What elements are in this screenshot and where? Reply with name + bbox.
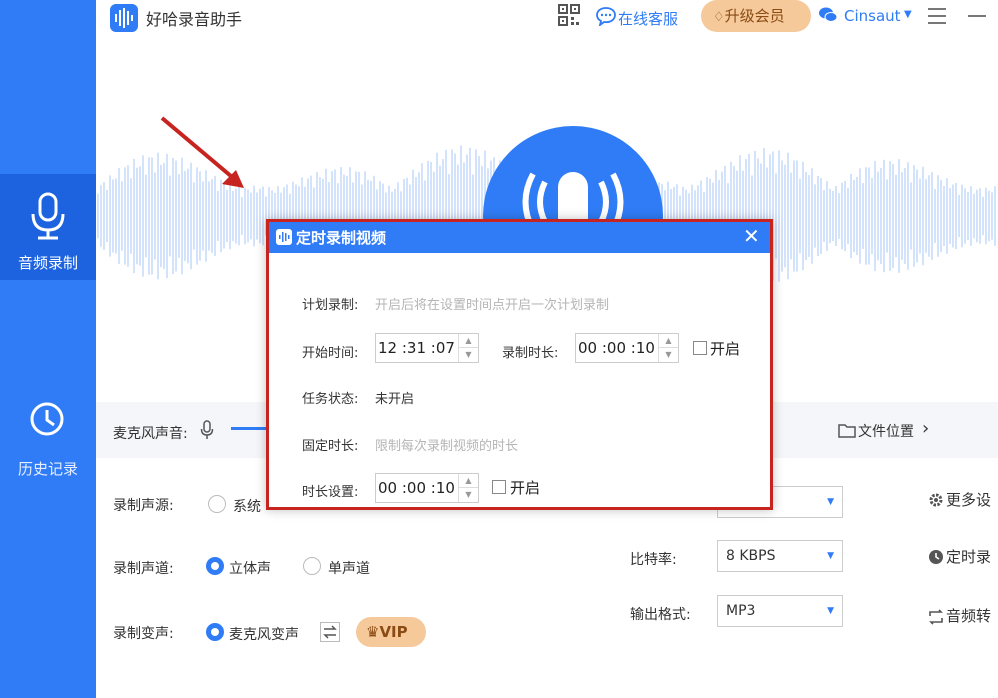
gear-icon (929, 493, 943, 507)
convert-icon (929, 609, 943, 625)
duration-setting-value: 00 :00 :10 (378, 479, 455, 497)
app-logo-icon (110, 4, 138, 32)
chevron-right-icon: › (922, 418, 930, 439)
plan-hint: 开启后将在设置时间点开启一次计划录制 (375, 298, 610, 313)
channel-radio-mono[interactable] (303, 557, 321, 575)
mic-volume-label: 麦克风声音: (113, 426, 188, 442)
channel-radio-stereo[interactable] (206, 557, 224, 575)
timer-record-label: 定时录 (946, 548, 992, 566)
diamond-icon: ♢ (713, 10, 725, 25)
decrement-arrow-icon[interactable]: ▼ (458, 488, 478, 502)
timer-record-button[interactable]: 定时录 (926, 542, 998, 572)
channel-option-stereo-label: 立体声 (229, 561, 271, 577)
app-logo-icon (276, 229, 292, 245)
plan-label: 计划录制: (302, 298, 359, 313)
status-value: 未开启 (375, 392, 415, 407)
duration-label: 录制时长: (502, 346, 559, 361)
dialog-header: 定时录制视频 ✕ (269, 222, 770, 253)
qr-code-icon[interactable] (558, 4, 580, 26)
increment-arrow-icon[interactable]: ▲ (658, 334, 678, 348)
audio-convert-label: 音频转 (946, 607, 992, 625)
bitrate-select[interactable]: 8 KBPS ▼ (717, 540, 843, 572)
crown-icon: ♛ (366, 623, 380, 641)
source-label: 录制声源: (113, 498, 174, 514)
format-value: MP3 (726, 603, 756, 619)
increment-arrow-icon[interactable]: ▲ (458, 474, 478, 488)
clock-icon (30, 402, 64, 436)
timer-icon (929, 550, 943, 564)
online-service-label: 在线客服 (618, 10, 679, 28)
chat-bubble-icon (596, 7, 616, 26)
channel-label: 录制声道: (113, 561, 174, 577)
microphone-icon (200, 420, 214, 439)
duration-setting-label: 时长设置: (302, 485, 359, 500)
sidebar: 音频录制 历史记录 (0, 0, 96, 698)
chevron-down-icon: ▼ (904, 9, 912, 20)
app-window: 音频录制 历史记录 好哈录音助手 在线客服 ♢升级会员 Cinsaut ▼ 麦克… (0, 0, 998, 698)
decrement-arrow-icon[interactable]: ▼ (658, 348, 678, 362)
status-label: 任务状态: (302, 392, 359, 407)
microphone-icon (31, 192, 65, 240)
fixed-duration-hint: 限制每次录制视频的时长 (375, 439, 519, 454)
upgrade-label: 升级会员 (724, 7, 785, 25)
user-name: Cinsaut (844, 7, 901, 25)
audio-convert-button[interactable]: 音频转 (926, 601, 998, 631)
sidebar-item-label: 历史记录 (17, 460, 78, 478)
minimize-icon[interactable] (968, 15, 986, 17)
fixed-duration-label: 固定时长: (302, 439, 359, 454)
format-label: 输出格式: (630, 607, 691, 623)
fixed-duration-enable-checkbox[interactable] (492, 480, 506, 494)
fixed-duration-enable-label: 开启 (510, 479, 541, 497)
dropdown-caret-icon: ▼ (827, 497, 834, 507)
dialog-title: 定时录制视频 (296, 229, 387, 247)
format-select[interactable]: MP3 ▼ (717, 595, 843, 627)
folder-icon (838, 424, 856, 438)
voice-change-radio[interactable] (206, 623, 224, 641)
menu-icon[interactable] (928, 8, 946, 24)
close-icon[interactable]: ✕ (743, 224, 760, 248)
vip-badge[interactable]: ♛VIP (356, 617, 426, 647)
bitrate-label: 比特率: (630, 552, 677, 568)
bitrate-value: 8 KBPS (726, 548, 776, 564)
more-settings-label: 更多设 (946, 491, 992, 509)
online-service-button[interactable]: 在线客服 (596, 4, 691, 32)
scheduled-recording-dialog: 定时录制视频 ✕ 计划录制: 开启后将在设置时间点开启一次计划录制 开始时间: … (266, 219, 773, 510)
voice-change-option-label: 麦克风变声 (229, 627, 299, 643)
file-location-button[interactable]: 文件位置 › (838, 418, 938, 443)
sidebar-item-audio-record[interactable]: 音频录制 (0, 174, 96, 280)
file-location-label: 文件位置 (858, 424, 914, 440)
title-bar: 好哈录音助手 在线客服 ♢升级会员 Cinsaut ▼ (96, 0, 998, 40)
vip-label: VIP (379, 623, 408, 641)
duration-setting-stepper[interactable]: 00 :00 :10 ▲ ▼ (375, 473, 479, 503)
voice-change-label: 录制变声: (113, 626, 174, 642)
start-time-stepper[interactable]: 12 :31 :07 ▲ ▼ (375, 333, 479, 363)
upgrade-member-button[interactable]: ♢升级会员 (701, 0, 811, 32)
more-settings-button[interactable]: 更多设 (926, 485, 998, 515)
decrement-arrow-icon[interactable]: ▼ (458, 348, 478, 362)
start-time-label: 开始时间: (302, 346, 359, 361)
dropdown-caret-icon: ▼ (827, 551, 834, 561)
increment-arrow-icon[interactable]: ▲ (458, 334, 478, 348)
wechat-icon (819, 7, 838, 22)
dropdown-caret-icon: ▼ (827, 606, 834, 616)
mic-volume-slider[interactable] (231, 427, 267, 430)
duration-enable-label: 开启 (710, 340, 741, 358)
sidebar-item-history[interactable]: 历史记录 (0, 382, 96, 488)
annotation-arrow (160, 116, 244, 188)
app-title: 好哈录音助手 (146, 10, 243, 29)
source-option-label: 系统 (233, 499, 261, 515)
duration-stepper[interactable]: 00 :00 :10 ▲ ▼ (575, 333, 679, 363)
duration-enable-checkbox[interactable] (693, 341, 707, 355)
sidebar-item-label: 音频录制 (17, 254, 78, 272)
channel-option-mono-label: 单声道 (328, 561, 370, 577)
duration-value: 00 :00 :10 (578, 339, 655, 357)
source-radio-system[interactable] (208, 495, 226, 513)
user-menu[interactable]: Cinsaut ▼ (818, 4, 918, 32)
start-time-value: 12 :31 :07 (378, 339, 455, 357)
swap-icon[interactable] (320, 622, 340, 642)
